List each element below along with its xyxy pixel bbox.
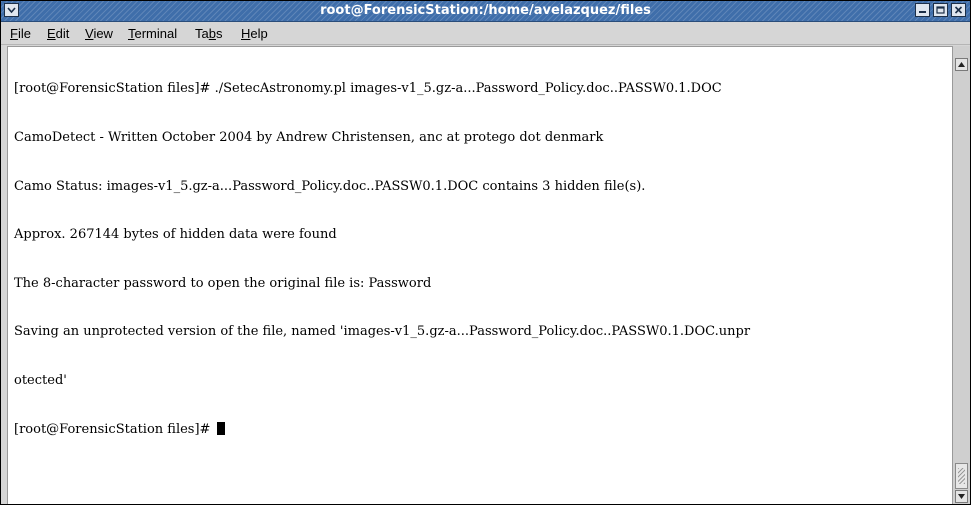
scroll-up-button[interactable] [955, 58, 968, 71]
minimize-button[interactable] [915, 3, 930, 17]
maximize-icon [936, 6, 945, 14]
chevron-down-icon [7, 7, 16, 14]
terminal-line: CamoDetect - Written October 2004 by And… [14, 130, 604, 145]
maximize-button[interactable] [933, 3, 948, 17]
terminal-text: [root@ForensicStation files]# ./SetecAst… [14, 49, 750, 470]
window-menu-button[interactable] [4, 3, 19, 17]
scroll-down-button[interactable] [955, 490, 968, 503]
scroll-down-arrow-icon [958, 494, 965, 499]
menu-tabs[interactable]: Tabs [192, 25, 225, 42]
terminal-prompt-line: [root@ForensicStation files]# [14, 421, 750, 438]
terminal-line: otected' [14, 372, 67, 388]
terminal-window: root@ForensicStation:/home/avelazquez/fi… [0, 0, 971, 505]
menu-file[interactable]: File [7, 25, 34, 42]
close-button[interactable] [951, 3, 966, 17]
menu-bar: File Edit View Terminal Tabs Help [1, 22, 970, 45]
scrollbar-thumb[interactable] [955, 463, 968, 489]
terminal-line: Approx. 267144 bytes of hidden data were… [14, 227, 337, 243]
close-icon [954, 6, 963, 14]
menu-terminal[interactable]: Terminal [125, 25, 180, 42]
vertical-scrollbar[interactable] [952, 46, 970, 504]
window-title: root@ForensicStation:/home/avelazquez/fi… [320, 3, 651, 18]
menu-help[interactable]: Help [238, 25, 271, 42]
menu-edit[interactable]: Edit [44, 25, 72, 42]
scroll-up-arrow-icon [958, 62, 965, 67]
minimize-icon [919, 11, 926, 13]
terminal-line: Camo Status: images-v1_5.gz-a...Password… [14, 178, 646, 194]
terminal-output[interactable]: [root@ForensicStation files]# ./SetecAst… [7, 46, 952, 504]
terminal-line: The 8-character password to open the ori… [14, 275, 432, 291]
terminal-line: [root@ForensicStation files]# ./SetecAst… [14, 81, 722, 97]
terminal-line: Saving an unprotected version of the fil… [14, 324, 751, 340]
window-controls [915, 3, 967, 18]
title-bar[interactable]: root@ForensicStation:/home/avelazquez/fi… [1, 1, 970, 22]
menu-view[interactable]: View [82, 25, 116, 42]
prompt-text: [root@ForensicStation files]# [14, 421, 215, 437]
text-cursor [216, 421, 225, 435]
